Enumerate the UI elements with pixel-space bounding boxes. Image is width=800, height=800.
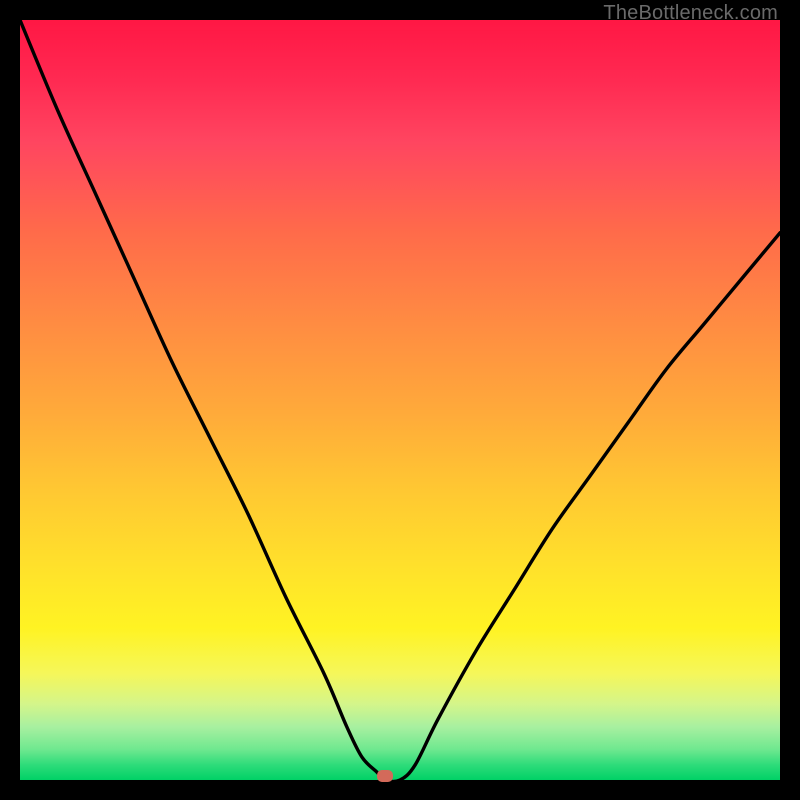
optimal-point-marker bbox=[377, 770, 393, 782]
chart-container: TheBottleneck.com bbox=[0, 0, 800, 800]
plot-background bbox=[20, 20, 780, 780]
